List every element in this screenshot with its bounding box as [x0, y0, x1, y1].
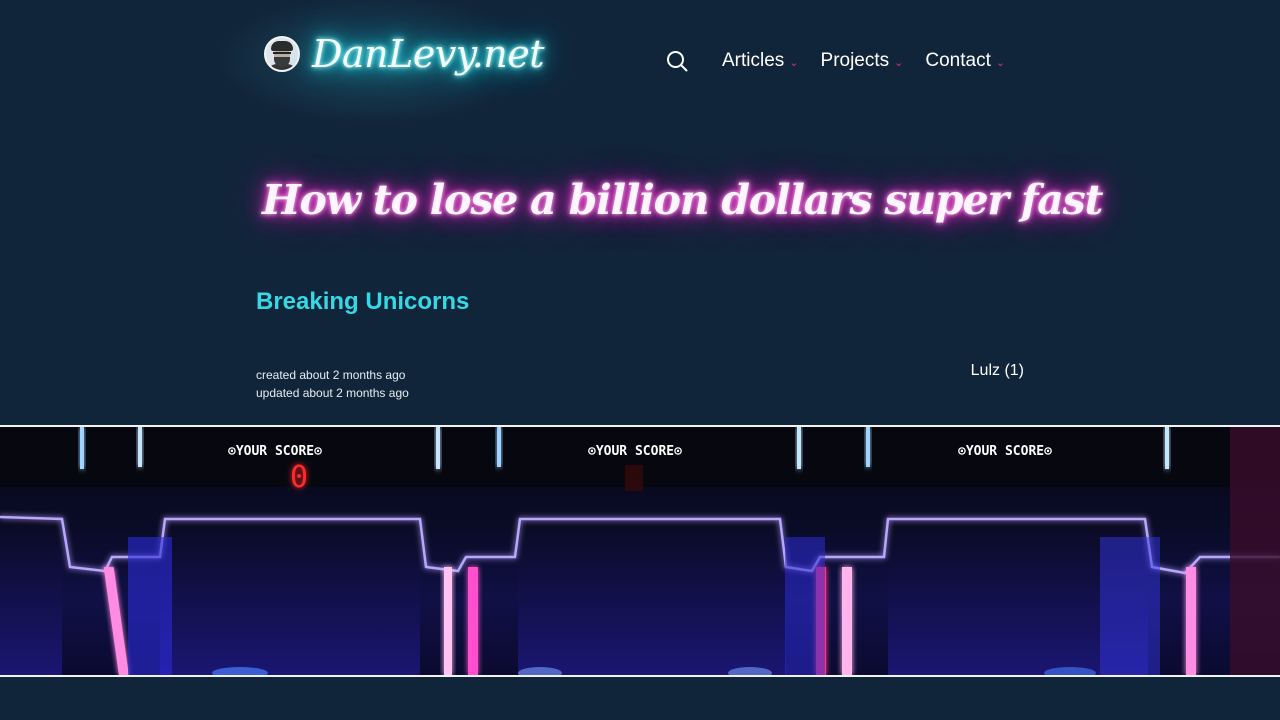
nav-item-projects[interactable]: Projects ⌄ — [821, 50, 904, 72]
site-name: DanLevy.net — [312, 32, 545, 76]
nav-item-articles[interactable]: Articles ⌄ — [722, 50, 799, 72]
site-header: DanLevy.net Articles ⌄ Projects ⌄ Contac… — [216, 0, 1027, 124]
chevron-down-icon: ⌄ — [894, 57, 904, 69]
score-label: ⊙YOUR SCORE⊙ — [588, 444, 682, 459]
score-value: 0 — [290, 460, 308, 495]
article-dates: created about 2 months ago updated about… — [256, 366, 409, 402]
main-nav: Articles ⌄ Projects ⌄ Contact ⌄ — [666, 50, 1027, 72]
page: DanLevy.net Articles ⌄ Projects ⌄ Contac… — [0, 0, 1280, 720]
updated-date: updated about 2 months ago — [256, 386, 409, 400]
score-label: ⊙YOUR SCORE⊙ — [228, 444, 322, 459]
home-link[interactable]: DanLevy.net — [264, 32, 545, 76]
nav-item-label: Projects — [820, 50, 890, 71]
created-date: created about 2 months ago — [256, 368, 406, 382]
nav-item-label: Articles — [722, 50, 785, 71]
nav-item-contact[interactable]: Contact ⌄ — [925, 50, 1005, 72]
nav-item-label: Contact — [925, 50, 991, 71]
chevron-down-icon: ⌄ — [995, 57, 1006, 69]
chevron-down-icon: ⌄ — [789, 57, 799, 69]
tag-link[interactable]: Lulz (1) — [971, 362, 1024, 380]
article-subtitle: Breaking Unicorns — [256, 288, 470, 315]
score-label: ⊙YOUR SCORE⊙ — [958, 444, 1052, 459]
hero-image: ⊙YOUR SCORE⊙ ⊙YOUR SCORE⊙ ⊙YOUR SCORE⊙ 0 — [0, 425, 1280, 677]
article-title: How to lose a billion dollars super fast — [262, 176, 1103, 224]
avatar — [264, 36, 300, 72]
search-icon[interactable] — [666, 50, 688, 72]
arcade-machines-illustration: ⊙YOUR SCORE⊙ ⊙YOUR SCORE⊙ ⊙YOUR SCORE⊙ 0 — [0, 427, 1280, 675]
